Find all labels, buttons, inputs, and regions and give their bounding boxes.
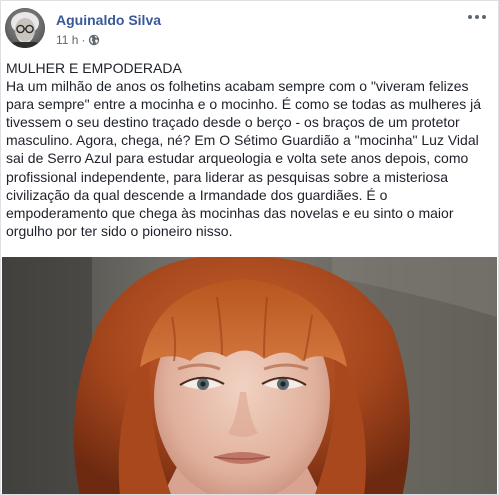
post-photo-image [2,257,497,494]
post-photo[interactable] [2,257,497,494]
post-body: Ha um milhão de anos os folhetins acabam… [6,78,481,239]
post-heading: MULHER E EMPODERADA [6,60,182,76]
author-avatar[interactable] [5,8,45,48]
post-message: MULHER E EMPODERADA Ha um milhão de anos… [6,59,492,240]
author-name-link[interactable]: Aguinaldo Silva [56,12,161,28]
globe-icon[interactable] [88,34,100,46]
post-meta: 11 h · [56,32,100,48]
facebook-post-card: Aguinaldo Silva 11 h · MULHER E EMPODERA… [0,0,499,495]
avatar-photo [5,8,45,48]
post-header: Aguinaldo Silva 11 h · [1,1,498,55]
meta-separator: · [81,33,86,47]
more-options-icon[interactable] [466,9,488,25]
post-timestamp[interactable]: 11 h [56,33,78,47]
